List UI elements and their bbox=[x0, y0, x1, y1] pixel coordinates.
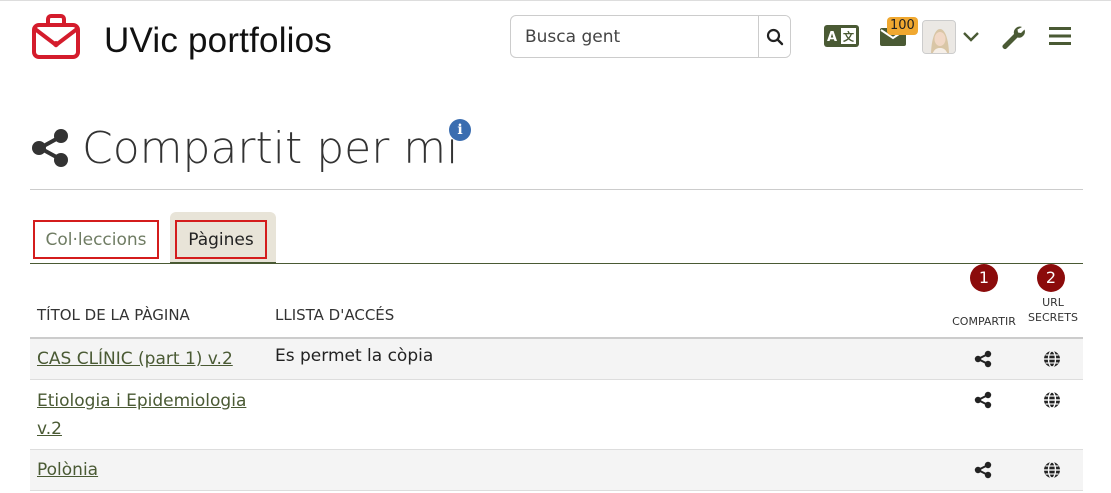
column-header-secret-urls: URL SECRETS bbox=[1025, 295, 1081, 325]
globe-icon[interactable] bbox=[1042, 390, 1062, 410]
table-row: Polònia bbox=[30, 449, 1083, 491]
page-title: Compartit per mi bbox=[82, 122, 459, 174]
access-list-cell: Es permet la còpia bbox=[275, 346, 434, 366]
divider bbox=[30, 189, 1083, 190]
page-title-link[interactable]: Polònia bbox=[37, 456, 257, 484]
search-icon bbox=[766, 28, 783, 45]
header-banner bbox=[0, 70, 1111, 76]
wrench-icon[interactable] bbox=[1000, 24, 1026, 50]
column-header-url-line1: URL bbox=[1042, 296, 1064, 309]
search-box bbox=[510, 15, 791, 58]
share-icon bbox=[32, 129, 68, 167]
tab-collections[interactable]: Col·leccions bbox=[33, 220, 159, 259]
share-icon[interactable] bbox=[973, 390, 993, 410]
svg-text:文: 文 bbox=[843, 30, 855, 44]
page-title-link[interactable]: Etiologia i Epidemiologia v.2 bbox=[37, 387, 257, 443]
share-icon[interactable] bbox=[973, 349, 993, 369]
menu-icon[interactable] bbox=[1048, 25, 1072, 47]
chevron-down-icon[interactable] bbox=[962, 28, 980, 46]
search-input[interactable] bbox=[511, 16, 758, 57]
avatar[interactable] bbox=[922, 20, 956, 54]
table-row: CAS CLÍNIC (part 1) v.2 Es permet la còp… bbox=[30, 337, 1083, 379]
search-button[interactable] bbox=[758, 16, 790, 57]
column-header-access: LLISTA D'ACCÉS bbox=[275, 306, 395, 324]
page-heading: Compartit per mi bbox=[30, 120, 458, 176]
column-header-title: TÍTOL DE LA PÀGINA bbox=[37, 306, 190, 324]
tab-pages[interactable]: Pàgines bbox=[175, 220, 267, 259]
globe-icon[interactable] bbox=[1042, 460, 1062, 480]
tabs-underline bbox=[30, 263, 1083, 264]
globe-icon[interactable] bbox=[1042, 349, 1062, 369]
step-badge-2: 2 bbox=[1037, 264, 1065, 292]
page-title-link[interactable]: CAS CLÍNIC (part 1) v.2 bbox=[37, 345, 257, 373]
site-header: UVic portfolios A 文 100 bbox=[0, 0, 1111, 70]
site-title[interactable]: UVic portfolios bbox=[104, 21, 332, 61]
share-icon[interactable] bbox=[973, 460, 993, 480]
step-badge-1: 1 bbox=[970, 264, 998, 292]
mail-count-badge: 100 bbox=[887, 17, 918, 35]
svg-text:A: A bbox=[827, 30, 837, 45]
language-icon[interactable]: A 文 bbox=[824, 24, 859, 48]
info-icon[interactable]: i bbox=[449, 119, 471, 141]
column-header-url-line2: SECRETS bbox=[1028, 311, 1078, 324]
briefcase-logo-icon[interactable] bbox=[30, 13, 82, 61]
table-row: Etiologia i Epidemiologia v.2 bbox=[30, 379, 1083, 449]
column-header-share: COMPARTIR bbox=[952, 315, 1016, 328]
